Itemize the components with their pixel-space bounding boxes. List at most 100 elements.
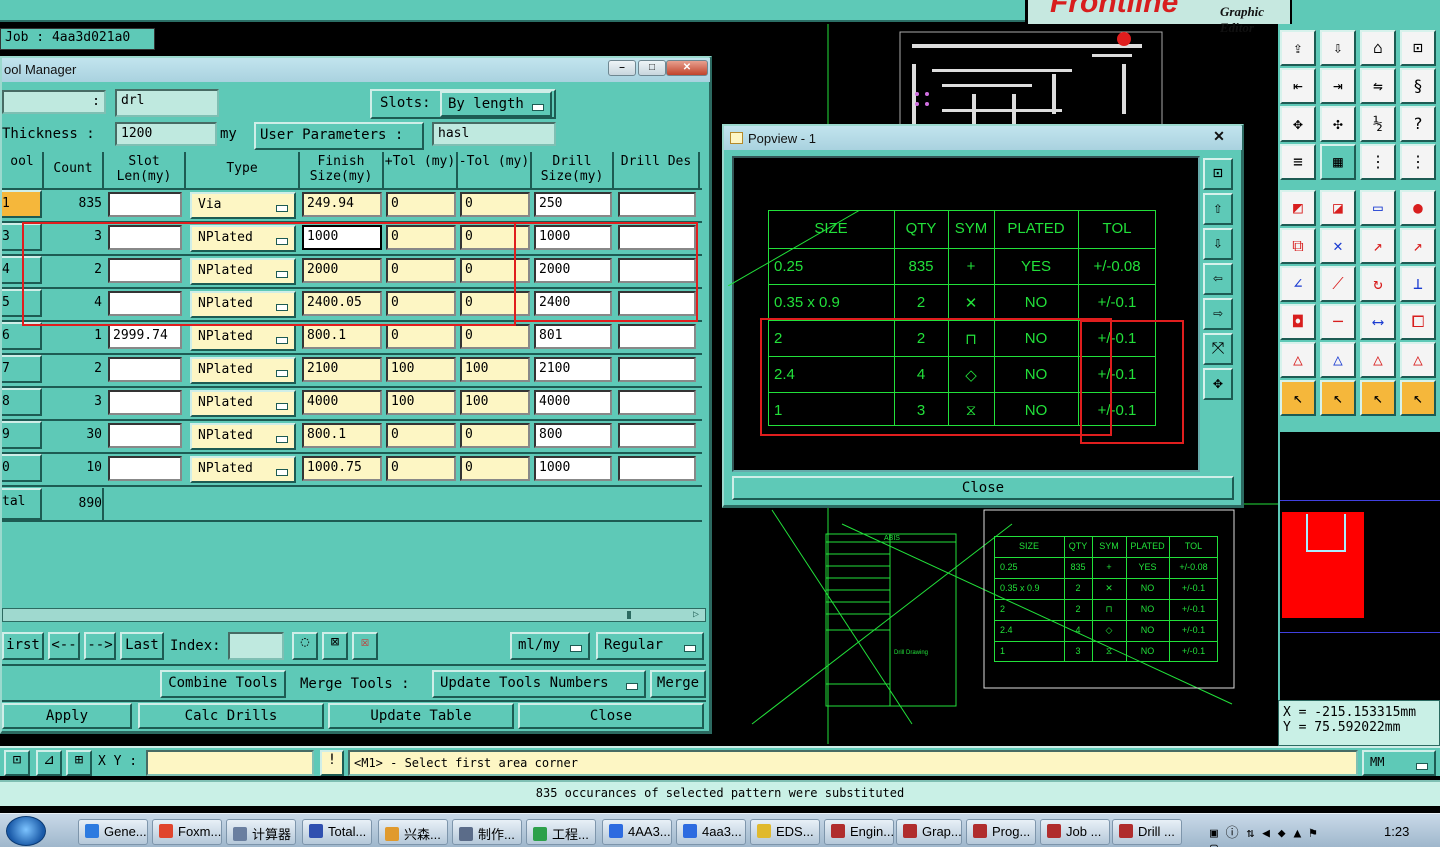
shape-icon[interactable]: ◩ [1280, 190, 1316, 226]
update-tools-numbers-dropdown[interactable]: Update Tools Numbers [432, 670, 646, 698]
zoom-fit-icon[interactable]: ⊡ [1400, 30, 1436, 66]
drill-size-input[interactable]: 2100 [534, 357, 612, 382]
scale-icon[interactable]: ½ [1360, 106, 1396, 142]
house-icon[interactable]: ⌂ [1360, 30, 1396, 66]
minimize-button[interactable]: – [608, 60, 636, 76]
thickness-input[interactable]: 1200 [115, 122, 217, 146]
mode-dropdown[interactable]: Regular [596, 632, 704, 660]
plus-tol-input[interactable]: 0 [386, 324, 456, 349]
finish-size-input[interactable]: 800.1 [302, 324, 382, 349]
finish-size-input[interactable]: 1000.75 [302, 456, 382, 481]
combine-tools-button[interactable]: Combine Tools [160, 670, 286, 698]
type-dropdown[interactable]: NPlated [190, 357, 296, 384]
taskbar-item[interactable]: 兴森... [378, 819, 448, 845]
drill-size-input[interactable]: 4000 [534, 390, 612, 415]
plus-tol-input[interactable]: 0 [386, 423, 456, 448]
taskbar-item[interactable]: Foxm... [152, 819, 222, 845]
s-curve-icon[interactable]: § [1400, 68, 1436, 104]
drill-des-input[interactable] [618, 456, 696, 481]
taskbar-item[interactable]: Gene... [78, 819, 148, 845]
last-button[interactable]: Last [120, 632, 164, 660]
slot-length-input[interactable] [108, 456, 182, 481]
drill-des-input[interactable] [618, 357, 696, 382]
taskbar-item[interactable]: 工程... [526, 819, 596, 845]
grid-toggle-icon[interactable]: ▦ [1320, 144, 1356, 180]
drill-size-input[interactable]: 1000 [534, 456, 612, 481]
pv-tool-7-icon[interactable]: ✥ [1203, 368, 1233, 400]
minus-tol-input[interactable]: 0 [460, 456, 530, 481]
help-icon[interactable]: ? [1400, 106, 1436, 142]
overview-map[interactable] [1278, 432, 1440, 700]
slots-dropdown[interactable]: By length [440, 91, 552, 117]
horizontal-scrollbar[interactable]: ▷ [2, 608, 706, 622]
dim-icon[interactable]: ⟷ [1360, 304, 1396, 340]
finish-size-input[interactable]: 4000 [302, 390, 382, 415]
dash-icon[interactable]: ─ [1320, 304, 1356, 340]
bulb-icon[interactable]: ◌ [292, 632, 318, 660]
prev-button[interactable]: <-- [48, 632, 80, 660]
start-button[interactable] [6, 816, 46, 846]
units-selector[interactable]: MM [1362, 750, 1436, 776]
back-icon[interactable]: ⇤ [1280, 68, 1316, 104]
drill-layer-input[interactable]: drl [115, 89, 219, 117]
popview-close-button[interactable]: Close [732, 476, 1234, 500]
user-parameters-button[interactable]: User Parameters : [254, 122, 424, 150]
point-icon[interactable]: ● [1400, 190, 1436, 226]
mirror-icon[interactable]: ⇋ [1360, 68, 1396, 104]
taskbar-item[interactable]: Total... [302, 819, 372, 845]
split-icon[interactable]: ⊥ [1400, 266, 1436, 302]
drill-size-input[interactable]: 250 [534, 192, 612, 217]
tray-icons[interactable]: ▣ ⓘ ⇅ ◀ ◆ ▲ ⚑ ▢ [1210, 822, 1330, 847]
type-dropdown[interactable]: Via [190, 192, 296, 219]
tri-1-icon[interactable]: △ [1280, 342, 1316, 378]
angle-icon[interactable]: ∠ [1280, 266, 1316, 302]
plus-tol-input[interactable]: 0 [386, 192, 456, 217]
layers-red-icon[interactable]: ⋮ [1400, 144, 1436, 180]
pointer-circle-icon[interactable]: ↖ [1360, 380, 1396, 416]
minus-tol-input[interactable]: 0 [460, 324, 530, 349]
taskbar-item[interactable]: Drill ... [1112, 819, 1182, 845]
tool-number[interactable]: 8 [2, 388, 42, 416]
slot-length-input[interactable] [108, 390, 182, 415]
line-icon[interactable]: ⟋ [1320, 266, 1356, 302]
pan-icon[interactable]: ✥ [1280, 106, 1316, 142]
drill-des-input[interactable] [618, 192, 696, 217]
plus-tol-input[interactable]: 100 [386, 357, 456, 382]
taskbar-item[interactable]: 4AA3... [602, 819, 672, 845]
first-button[interactable]: irst [2, 632, 44, 660]
xy-input[interactable] [146, 750, 314, 776]
user-parameters-input[interactable]: hasl [432, 122, 556, 146]
group-icon[interactable]: ⧠ [1400, 304, 1436, 340]
drill-des-input[interactable] [618, 324, 696, 349]
snap-icon[interactable]: ↗ [1360, 228, 1396, 264]
tri-3-icon[interactable]: △ [1360, 342, 1396, 378]
plus-tol-input[interactable]: 100 [386, 390, 456, 415]
zoom-area-icon[interactable]: ⊡ [4, 750, 30, 776]
pad-icon[interactable]: ◘ [1280, 304, 1316, 340]
minus-tol-input[interactable]: 100 [460, 390, 530, 415]
finish-size-input[interactable]: 800.1 [302, 423, 382, 448]
pointer-box-icon[interactable]: ↖ [1320, 380, 1356, 416]
tool-number[interactable]: 1 [2, 190, 42, 218]
cross-node-icon[interactable]: ✕ [1320, 228, 1356, 264]
download-icon[interactable]: ⇩ [1320, 30, 1356, 66]
grid-icon[interactable]: ⊞ [66, 750, 92, 776]
tool-number[interactable]: 9 [2, 421, 42, 449]
close-button[interactable]: Close [518, 703, 704, 729]
next-button[interactable]: --> [84, 632, 116, 660]
tool-number[interactable]: 0 [2, 454, 42, 482]
layers-icon[interactable]: ⋮ [1360, 144, 1396, 180]
pv-tool-3-icon[interactable]: ⇩ [1203, 228, 1233, 260]
tri-2-icon[interactable]: △ [1320, 342, 1356, 378]
forward-icon[interactable]: ⇥ [1320, 68, 1356, 104]
sliders-icon[interactable]: ≡ [1280, 144, 1316, 180]
taskbar-item[interactable]: Prog... [966, 819, 1036, 845]
popview-titlebar[interactable]: Popview - 1 ✕ [724, 126, 1242, 150]
type-dropdown[interactable]: NPlated [190, 324, 296, 351]
minus-tol-input[interactable]: 0 [460, 192, 530, 217]
drill-size-input[interactable]: 800 [534, 423, 612, 448]
taskbar-item[interactable]: 制作... [452, 819, 522, 845]
merge-button[interactable]: Merge [650, 670, 706, 698]
vector-icon[interactable]: ↗ [1400, 228, 1436, 264]
color-icon[interactable]: ◪ [1320, 190, 1356, 226]
